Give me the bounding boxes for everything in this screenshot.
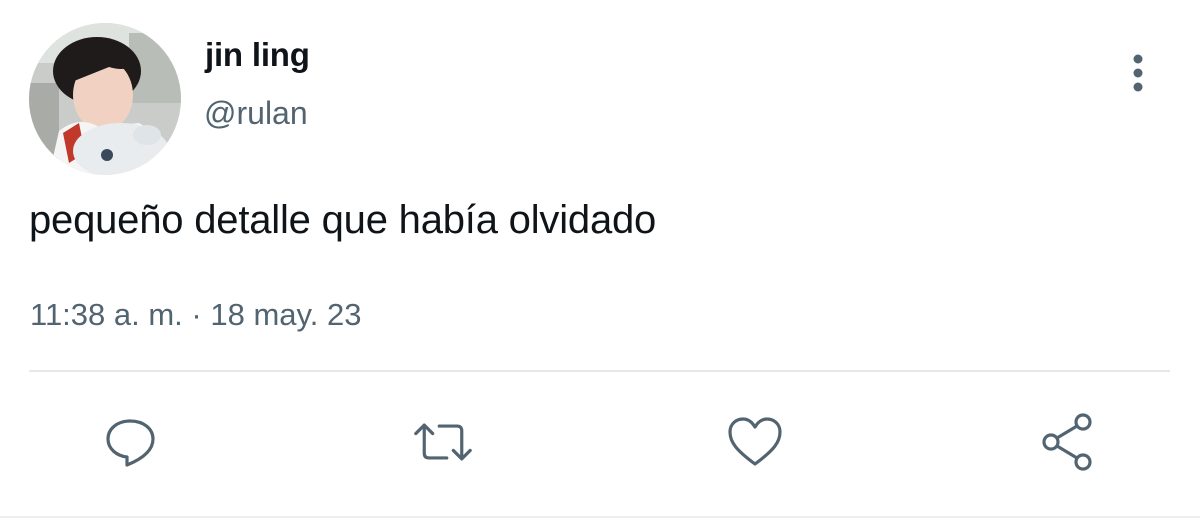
share-icon [1042, 413, 1092, 471]
avatar-image [29, 23, 181, 175]
tweet-date: 18 may. 23 [210, 297, 362, 332]
tweet-card: jin ling @rulan pequeño detalle que habí… [0, 0, 1200, 531]
display-name[interactable]: jin ling [205, 36, 310, 74]
tweet-timestamp[interactable]: 11:38 a. m. · 18 may. 23 [30, 297, 361, 333]
tweet-text: pequeño detalle que había olvidado [29, 198, 657, 242]
user-handle[interactable]: @rulan [204, 95, 308, 132]
reply-icon [106, 419, 155, 467]
avatar[interactable] [29, 23, 181, 175]
bottom-divider [0, 516, 1200, 518]
more-options-button[interactable] [1120, 50, 1156, 96]
share-button[interactable] [1039, 412, 1099, 472]
retweet-button[interactable] [413, 412, 473, 472]
heart-icon [728, 417, 782, 466]
reply-button[interactable] [101, 412, 161, 472]
like-button[interactable] [725, 412, 785, 472]
retweet-icon [414, 423, 472, 461]
meta-separator: · [191, 297, 202, 332]
divider [29, 370, 1170, 372]
more-vertical-icon [1133, 54, 1143, 92]
tweet-time: 11:38 a. m. [30, 297, 183, 332]
